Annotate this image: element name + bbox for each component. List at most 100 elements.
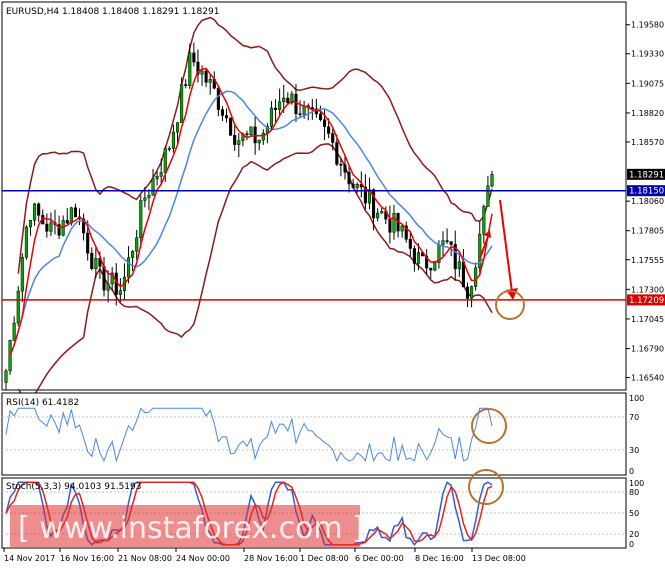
candle-body	[224, 115, 229, 119]
candle-body	[4, 370, 8, 383]
candle-body	[37, 203, 41, 216]
candle-body	[147, 194, 151, 199]
candle-body	[331, 133, 335, 143]
symbol-header: EURUSD,H4 1.18408 1.18408 1.18291 1.1829…	[6, 7, 219, 17]
candle-body	[131, 251, 135, 258]
candle-body	[126, 257, 131, 278]
candle-body	[216, 87, 220, 110]
time-tick-label: 21 Nov 08:00	[118, 554, 172, 563]
stoch-tick-0: 0	[629, 540, 634, 549]
time-tick-label: 8 Dec 16:00	[415, 554, 464, 563]
candle-body	[20, 257, 24, 292]
stoch-tick-80: 80	[629, 488, 639, 497]
candle-body	[28, 219, 33, 228]
candle-body	[180, 84, 184, 123]
resistance-price-label: 1.18150	[629, 187, 664, 197]
candle-body	[355, 183, 359, 188]
price-tick-label: 1.19580	[631, 21, 664, 30]
candle-body	[441, 240, 445, 245]
candle-body	[457, 261, 461, 270]
candle-body	[298, 113, 302, 115]
candle-body	[24, 226, 28, 258]
price-tick-label: 1.18060	[631, 197, 664, 206]
candle-body	[380, 211, 384, 214]
price-tick-label: 1.19075	[631, 79, 664, 88]
price-tick-label: 1.18820	[631, 109, 664, 118]
candle-body	[286, 97, 290, 104]
candle-body	[184, 84, 188, 86]
candle-body	[474, 267, 478, 287]
candle-body	[90, 252, 94, 269]
candle-body	[245, 133, 249, 136]
candle-body	[282, 97, 286, 103]
candle-body	[151, 178, 155, 196]
candle-body	[490, 174, 494, 187]
candle-body	[294, 93, 298, 114]
candle-body	[465, 286, 470, 299]
candle-body	[69, 207, 73, 224]
price-tick-label: 1.16540	[631, 374, 664, 383]
candle-body	[86, 232, 90, 254]
support-price-label: 1.17209	[629, 296, 664, 306]
candle-body	[94, 258, 98, 269]
candle-body	[106, 283, 110, 291]
price-tick-label: 1.17300	[631, 285, 664, 294]
stoch-tick-20: 20	[629, 530, 639, 539]
candle-body	[171, 131, 175, 149]
price-tick-label: 1.18570	[631, 138, 664, 147]
time-tick-label: 1 Dec 08:00	[300, 554, 349, 563]
candle-body	[33, 203, 37, 221]
candle-body	[408, 239, 412, 249]
candle-body	[16, 290, 20, 324]
candle-body	[8, 340, 12, 372]
watermark-text: [ www.instaforex.com ]	[18, 511, 364, 546]
time-tick-label: 24 Nov 00:00	[176, 554, 230, 563]
price-panel	[1, 1, 627, 391]
candle-body	[347, 171, 351, 185]
candle-body	[343, 164, 347, 173]
rsi-label: RSI(14) 61.4182	[6, 398, 79, 408]
candle-body	[229, 117, 233, 136]
candle-body	[392, 213, 396, 233]
candle-body	[482, 206, 486, 235]
candle-body	[249, 126, 253, 135]
stoch-tick-50: 50	[629, 509, 639, 518]
price-tick-label: 1.19330	[631, 50, 664, 59]
rsi-panel	[1, 392, 627, 476]
candle-body	[412, 248, 416, 264]
candle-body	[461, 261, 465, 288]
candle-body	[433, 262, 437, 271]
candle-body	[73, 207, 77, 218]
candle-body	[45, 223, 49, 232]
candle-body	[188, 52, 192, 86]
candle-body	[339, 164, 343, 166]
candle-body	[159, 172, 163, 177]
time-tick-label: 16 Nov 16:00	[60, 554, 114, 563]
candle-body	[278, 101, 282, 110]
candle-body	[318, 113, 323, 120]
rsi-tick-100: 100	[629, 394, 644, 403]
candle-body	[163, 148, 167, 173]
candle-body	[61, 220, 65, 236]
candle-body	[135, 237, 139, 252]
candle-body	[400, 225, 404, 232]
candle-body	[257, 139, 261, 144]
time-tick-label: 6 Dec 00:00	[355, 554, 404, 563]
candle-body	[49, 222, 53, 232]
price-tick-label: 1.17555	[631, 256, 664, 265]
candle-body	[253, 126, 257, 144]
price-tick-label: 1.17045	[631, 315, 664, 324]
candle-body	[445, 240, 449, 242]
candle-body	[269, 107, 274, 127]
candle-body	[237, 140, 241, 145]
price-axis: 1.19580 1.19330 1.19075 1.18820 1.18570 1.180…	[626, 21, 664, 383]
candle-body	[200, 70, 204, 75]
candle-body	[167, 148, 171, 150]
candle-body	[139, 200, 143, 238]
rsi-tick-30: 30	[629, 446, 639, 455]
candle-body	[208, 79, 212, 83]
time-tick-label: 13 Dec 08:00	[472, 554, 526, 563]
time-axis: 14 Nov 2017 16 Nov 16:00 21 Nov 08:00 24 No…	[3, 548, 526, 563]
candle-body	[233, 135, 237, 145]
candle-body	[65, 220, 69, 224]
